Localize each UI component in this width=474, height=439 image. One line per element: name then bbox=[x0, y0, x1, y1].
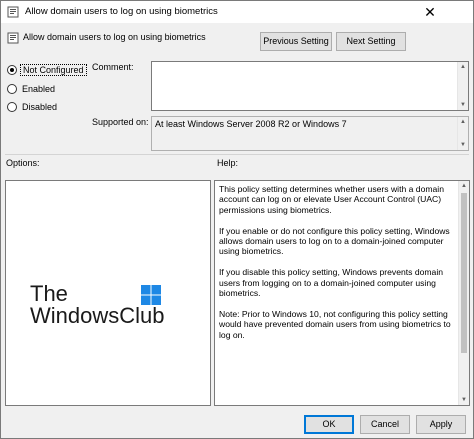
comment-label: Comment: bbox=[92, 62, 134, 72]
policy-icon bbox=[7, 32, 19, 44]
scroll-up-icon[interactable]: ▲ bbox=[458, 117, 468, 127]
supported-on-value: At least Windows Server 2008 R2 or Windo… bbox=[155, 119, 347, 129]
help-paragraph: If you disable this policy setting, Wind… bbox=[219, 267, 444, 299]
policy-icon bbox=[7, 6, 19, 18]
radio-label: Disabled bbox=[22, 102, 58, 112]
comment-textbox[interactable]: ▲ ▼ bbox=[151, 61, 469, 111]
help-label: Help: bbox=[217, 158, 239, 168]
help-scrollbar[interactable]: ▲ ▼ bbox=[458, 181, 469, 405]
cancel-button[interactable]: Cancel bbox=[360, 415, 410, 434]
ok-button[interactable]: OK bbox=[304, 415, 354, 434]
radio-not-configured[interactable]: Not Configured bbox=[7, 63, 87, 77]
scroll-thumb[interactable] bbox=[461, 193, 467, 353]
scroll-up-icon[interactable]: ▲ bbox=[458, 62, 468, 72]
help-paragraph: This policy setting determines whether u… bbox=[219, 184, 444, 215]
radio-icon bbox=[7, 84, 17, 94]
help-pane[interactable]: This policy setting determines whether u… bbox=[214, 180, 470, 406]
help-text: This policy setting determines whether u… bbox=[219, 184, 455, 350]
window-title: Allow domain users to log on using biome… bbox=[25, 6, 218, 17]
previous-setting-button[interactable]: Previous Setting bbox=[260, 32, 332, 51]
apply-button[interactable]: Apply bbox=[416, 415, 466, 434]
comment-scrollbar[interactable]: ▲ ▼ bbox=[457, 62, 468, 110]
radio-label: Enabled bbox=[22, 84, 56, 94]
scroll-down-icon[interactable]: ▼ bbox=[459, 395, 469, 405]
logo-text-windowsclub: WindowsClub bbox=[30, 303, 165, 328]
policy-title: Allow domain users to log on using biome… bbox=[23, 32, 206, 42]
divider bbox=[5, 154, 469, 155]
help-paragraph: If you enable or do not configure this p… bbox=[219, 225, 450, 257]
supported-on-field: At least Windows Server 2008 R2 or Windo… bbox=[151, 116, 469, 151]
scroll-down-icon[interactable]: ▼ bbox=[458, 140, 468, 150]
supported-on-label: Supported on: bbox=[92, 117, 149, 127]
next-setting-button[interactable]: Next Setting bbox=[336, 32, 406, 51]
scroll-down-icon[interactable]: ▼ bbox=[458, 100, 468, 110]
radio-disabled[interactable]: Disabled bbox=[7, 100, 59, 114]
close-icon: ✕ bbox=[424, 4, 436, 20]
windows-logo-icon bbox=[141, 285, 161, 305]
scroll-up-icon[interactable]: ▲ bbox=[459, 181, 469, 191]
radio-icon bbox=[7, 65, 17, 75]
radio-enabled[interactable]: Enabled bbox=[7, 82, 57, 96]
radio-label: Not Configured bbox=[20, 64, 87, 76]
supported-on-scrollbar[interactable]: ▲ ▼ bbox=[457, 117, 468, 150]
radio-icon bbox=[7, 102, 17, 112]
options-label: Options: bbox=[6, 158, 40, 168]
policy-dialog: Allow domain users to log on using biome… bbox=[0, 0, 474, 439]
options-pane: The WindowsClub bbox=[5, 180, 211, 406]
close-button[interactable]: ✕ bbox=[407, 1, 453, 23]
title-bar[interactable]: Allow domain users to log on using biome… bbox=[1, 1, 473, 23]
help-paragraph: Note: Prior to Windows 10, not configuri… bbox=[219, 308, 451, 340]
